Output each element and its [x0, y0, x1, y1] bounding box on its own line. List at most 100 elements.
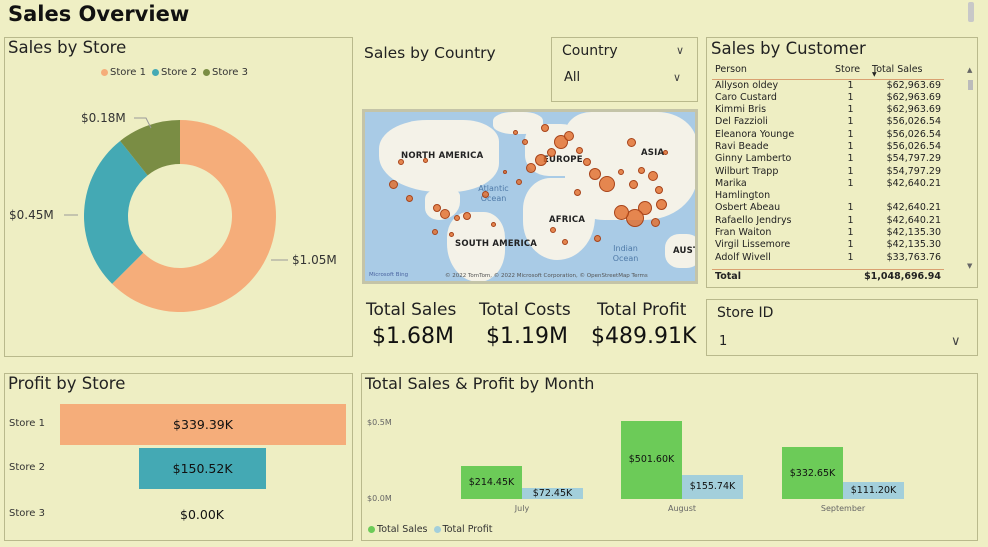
table-row[interactable]: Eleanora Younge 1 $56,026.54: [712, 129, 944, 141]
map-bubble[interactable]: [613, 204, 629, 220]
country-slicer-value[interactable]: All: [564, 70, 580, 85]
map-bubble[interactable]: [583, 158, 591, 166]
map-bubble[interactable]: [650, 217, 660, 227]
scroll-thumb[interactable]: [968, 80, 973, 90]
map-bubble[interactable]: [454, 215, 460, 221]
kpi-total-costs-label: Total Costs: [479, 300, 571, 320]
page-title: Sales Overview: [8, 2, 190, 26]
table-row[interactable]: Virgil Lissemore 1 $42,135.30: [712, 239, 944, 251]
sales-by-store-panel: Sales by Store Store 1 Store 2 Store 3 $…: [4, 37, 353, 357]
map-bubble[interactable]: [503, 170, 507, 174]
map-bubble[interactable]: [562, 239, 568, 245]
table-row[interactable]: Wilburt Trapp 1 $54,797.29: [712, 166, 944, 178]
cell-total-sales: $62,963.69: [886, 79, 941, 91]
table-row[interactable]: Kimmi Bris 1 $62,963.69: [712, 104, 944, 116]
map-bubble[interactable]: [440, 209, 450, 219]
map-bubble[interactable]: [422, 157, 428, 163]
map-bubble[interactable]: [535, 154, 547, 166]
scroll-up-icon[interactable]: ▲: [967, 66, 972, 74]
table-row[interactable]: Osbert Abeau 1 $42,640.21: [712, 202, 944, 214]
map-bubble[interactable]: [662, 149, 668, 155]
table-row[interactable]: Allyson oldey 1 $62,963.69: [712, 79, 944, 92]
collapse-chevron-icon[interactable]: ∨: [676, 44, 684, 57]
map-bubble[interactable]: [618, 169, 624, 175]
chevron-down-icon[interactable]: ∨: [951, 334, 961, 349]
map-bubble[interactable]: [448, 231, 454, 237]
chevron-down-icon[interactable]: ∨: [673, 71, 681, 84]
table-row[interactable]: Fran Waiton 1 $42,135.30: [712, 227, 944, 239]
total-value: $1,048,696.94: [864, 271, 941, 282]
sales-bar[interactable]: $332.65K: [782, 447, 843, 499]
col-header-total-sales[interactable]: Total Sales ▼: [869, 61, 944, 80]
map-label-asia: ASIA: [641, 148, 665, 158]
sort-desc-icon[interactable]: ▼: [872, 71, 877, 78]
map-bubble[interactable]: [648, 171, 658, 181]
map-bubble[interactable]: [388, 179, 398, 189]
sales-donut-chart: [64, 117, 288, 312]
store-id-slicer[interactable]: Store ID 1 ∨: [706, 299, 978, 356]
map-attribution[interactable]: © 2022 TomTom, © 2022 Microsoft Corporat…: [445, 273, 648, 279]
map-bubble[interactable]: [626, 209, 644, 227]
cell-total-sales: $54,797.29: [886, 153, 941, 165]
table-row[interactable]: Hamlington: [712, 190, 944, 202]
map-bubble[interactable]: [512, 129, 518, 135]
store-id-slicer-value[interactable]: 1: [719, 334, 727, 349]
profit-by-store-title: Profit by Store: [8, 374, 126, 393]
customer-table-scrollbar[interactable]: ▲ ▼: [967, 66, 975, 272]
col-header-store[interactable]: Store: [832, 61, 869, 80]
map-bubble[interactable]: [405, 194, 413, 202]
map-bubble[interactable]: [564, 131, 574, 141]
table-row[interactable]: Ginny Lamberto 1 $54,797.29: [712, 153, 944, 165]
cell-person: Hamlington: [715, 190, 771, 202]
sales-bar[interactable]: $214.45K: [461, 465, 522, 499]
cell-total-sales: $56,026.54: [886, 116, 941, 128]
map-bubble[interactable]: [628, 179, 638, 189]
map-bubble[interactable]: [526, 163, 536, 173]
table-row[interactable]: Marika 1 $42,640.21: [712, 178, 944, 190]
cell-total-sales: $42,640.21: [886, 177, 941, 189]
profit-bar[interactable]: $339.39K: [60, 404, 346, 445]
map-bubble[interactable]: [481, 190, 489, 198]
cell-person: Osbert Abeau: [715, 202, 781, 214]
cell-total-sales: $42,135.30: [886, 227, 941, 239]
scroll-down-icon[interactable]: ▼: [967, 262, 972, 270]
map-bubble[interactable]: [599, 176, 615, 192]
profit-bar[interactable]: $150.52K: [139, 448, 266, 489]
map-bubble[interactable]: [516, 179, 522, 185]
cell-store: 1: [847, 140, 854, 152]
table-row[interactable]: Rafaello Jendrys 1 $42,640.21: [712, 215, 944, 227]
map-bubble[interactable]: [575, 146, 583, 154]
map-bubble[interactable]: [432, 229, 438, 235]
map-bubble[interactable]: [541, 124, 549, 132]
col-header-person[interactable]: Person: [712, 61, 832, 80]
map-bubble[interactable]: [593, 234, 601, 242]
profit-bar[interactable]: $155.74K: [682, 474, 743, 499]
store-id-slicer-label: Store ID: [717, 305, 774, 321]
map-bubble[interactable]: [589, 168, 601, 180]
sales-bar[interactable]: $501.60K: [621, 420, 682, 499]
cell-store: 1: [847, 116, 854, 128]
profit-bar[interactable]: $111.20K: [843, 481, 904, 499]
country-slicer-label: Country: [562, 43, 618, 59]
profit-bar[interactable]: $72.45K: [522, 487, 583, 499]
country-slicer[interactable]: Country ∨ All ∨: [551, 37, 698, 102]
table-row[interactable]: Del Fazzioli 1 $56,026.54: [712, 116, 944, 128]
page-scroll-handle[interactable]: [968, 2, 974, 22]
map-bubble[interactable]: [626, 137, 636, 147]
map-bubble[interactable]: [490, 221, 496, 227]
table-row[interactable]: Ravi Beade 1 $56,026.54: [712, 141, 944, 153]
map-bubble[interactable]: [550, 227, 556, 233]
table-row[interactable]: Caro Custard 1 $62,963.69: [712, 92, 944, 104]
map-bubble[interactable]: [573, 188, 581, 196]
sales-map[interactable]: NORTH AMERICA EUROPE ASIA AFRICA SOUTH A…: [362, 109, 698, 284]
map-bubble[interactable]: [522, 139, 528, 145]
map-bubble[interactable]: [655, 198, 667, 210]
map-bubble[interactable]: [655, 186, 663, 194]
map-bubble[interactable]: [398, 159, 404, 165]
cell-store: 1: [847, 104, 854, 116]
cell-person: Del Fazzioli: [715, 116, 768, 128]
map-bubble[interactable]: [637, 166, 645, 174]
map-bubble[interactable]: [463, 212, 471, 220]
map-bubble[interactable]: [546, 147, 556, 157]
table-row[interactable]: Adolf Wivell 1 $33,763.76: [712, 252, 944, 264]
